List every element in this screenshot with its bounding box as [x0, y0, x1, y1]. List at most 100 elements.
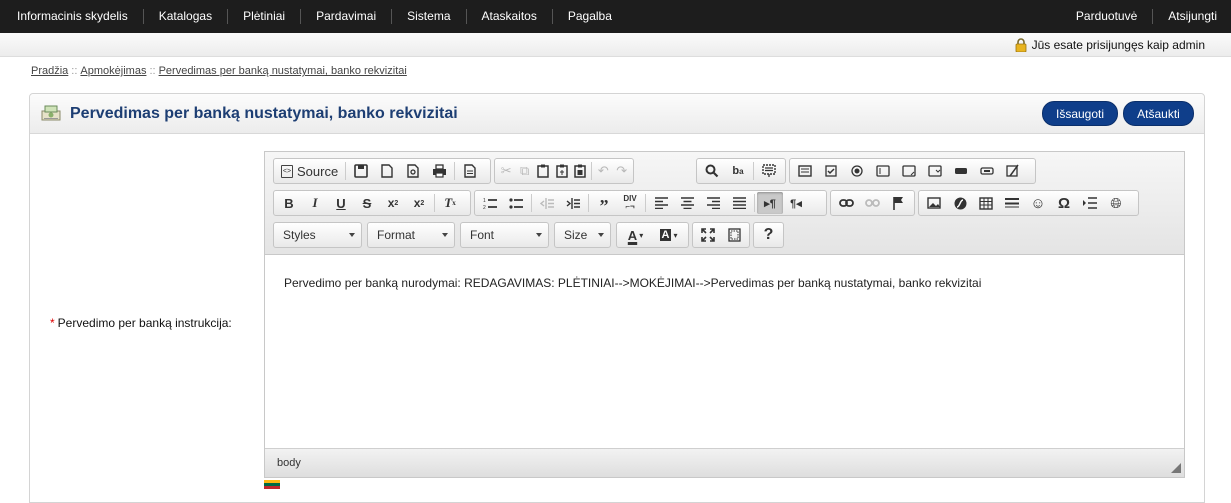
align-left-icon[interactable] [648, 192, 674, 214]
paste-text-icon[interactable] [552, 160, 570, 182]
breadcrumb-home[interactable]: Pradžia [31, 65, 68, 77]
resize-handle-icon[interactable] [1171, 463, 1181, 473]
help-icon[interactable]: ? [756, 224, 781, 246]
templates-icon[interactable] [457, 160, 483, 182]
find-icon[interactable] [699, 160, 725, 182]
subscript-icon[interactable]: x2 [380, 192, 406, 214]
align-justify-icon[interactable] [726, 192, 752, 214]
remove-format-icon[interactable]: Tx [437, 192, 463, 214]
paste-word-icon[interactable] [571, 160, 589, 182]
nav-sales[interactable]: Pardavimai [300, 9, 391, 24]
font-dropdown[interactable]: Font [460, 222, 549, 248]
flash-icon[interactable] [947, 192, 973, 214]
nav-catalog[interactable]: Katalogas [142, 9, 227, 24]
unlink-icon[interactable] [859, 192, 885, 214]
toolbar-separator [345, 162, 347, 180]
indent-icon[interactable] [560, 192, 586, 214]
form-icon[interactable] [792, 160, 818, 182]
nav-dashboard[interactable]: Informacinis skydelis [0, 9, 143, 24]
size-dropdown[interactable]: Size [554, 222, 611, 248]
align-center-icon[interactable] [674, 192, 700, 214]
special-char-icon[interactable]: Ω [1051, 192, 1077, 214]
italic-icon[interactable]: I [302, 192, 328, 214]
horizontal-rule-icon[interactable] [999, 192, 1025, 214]
text-color-icon[interactable]: A ▾ [619, 224, 652, 246]
field-label-text: Pervedimo per banką instrukcija: [57, 316, 232, 330]
button-field-icon[interactable] [948, 160, 974, 182]
nav-help[interactable]: Pagalba [551, 9, 627, 24]
breadcrumb-separator: :: [149, 65, 156, 77]
print-icon[interactable] [426, 160, 452, 182]
text-field-icon[interactable] [870, 160, 896, 182]
toolbar-group-tools [692, 222, 750, 248]
show-blocks-icon[interactable] [721, 224, 747, 246]
checkbox-icon[interactable] [818, 160, 844, 182]
replace-icon[interactable]: ba [725, 160, 751, 182]
editor-content-area[interactable]: Pervedimo per banką nurodymai: REDAGAVIM… [265, 256, 1184, 449]
toolbar-separator [434, 194, 435, 212]
new-page-icon[interactable] [374, 160, 400, 182]
select-all-icon[interactable] [756, 160, 782, 182]
element-path[interactable]: body [277, 457, 301, 469]
styles-dropdown[interactable]: Styles [273, 222, 362, 248]
breadcrumb-payments[interactable]: Apmokėjimas [80, 65, 146, 77]
panel-title: Pervedimas per banką nustatymai, banko r… [70, 104, 458, 122]
toolbar-separator [753, 162, 754, 180]
font-label: Font [470, 228, 495, 242]
underline-icon[interactable]: U [328, 192, 354, 214]
cancel-button[interactable]: Atšaukti [1123, 101, 1194, 126]
source-icon: <> [281, 164, 293, 178]
create-div-icon[interactable]: DIV ⌐¬ [617, 192, 643, 214]
svg-text:1: 1 [483, 198, 486, 204]
background-color-icon[interactable]: A ▾ [652, 224, 685, 246]
blockquote-icon[interactable]: ” [591, 192, 617, 216]
nav-reports[interactable]: Ataskaitos [465, 9, 552, 24]
hidden-field-icon[interactable] [1000, 160, 1026, 182]
numbered-list-icon[interactable]: 12 [477, 192, 503, 214]
payment-icon [40, 102, 62, 125]
superscript-icon[interactable]: x2 [406, 192, 432, 214]
nav-system[interactable]: Sistema [391, 9, 465, 24]
format-dropdown[interactable]: Format [367, 222, 455, 248]
radio-icon[interactable] [844, 160, 870, 182]
nav-extensions[interactable]: Plėtiniai [227, 9, 300, 24]
image-icon[interactable] [921, 192, 947, 214]
bulleted-list-icon[interactable] [503, 192, 529, 214]
svg-text:2: 2 [483, 205, 486, 210]
link-icon[interactable] [833, 192, 859, 214]
ltr-direction-icon[interactable]: ▸¶ [757, 192, 783, 214]
rtl-direction-icon[interactable]: ¶◂ [783, 192, 809, 214]
page-break-icon[interactable] [1077, 192, 1103, 214]
outdent-icon[interactable] [534, 192, 560, 214]
redo-icon[interactable]: ↷ [613, 160, 631, 182]
breadcrumb-current[interactable]: Pervedimas per banką nustatymai, banko r… [159, 65, 407, 77]
undo-icon[interactable]: ↶ [594, 160, 612, 182]
paste-icon[interactable] [534, 160, 552, 182]
preview-icon[interactable] [400, 160, 426, 182]
iframe-icon[interactable]: 🌐︎ [1103, 192, 1129, 214]
copy-icon[interactable]: ⧉ [515, 160, 533, 182]
textarea-icon[interactable] [896, 160, 922, 182]
save-button[interactable]: Išsaugoti [1042, 101, 1118, 126]
toolbar-group-find: ba [696, 158, 786, 184]
cut-icon[interactable]: ✂ [497, 160, 515, 182]
table-icon[interactable] [973, 192, 999, 214]
source-button[interactable]: <> Source [276, 160, 343, 182]
chevron-down-icon [598, 233, 604, 237]
save-icon[interactable] [348, 160, 374, 182]
logged-in-text: Jūs esate prisijungęs kaip admin [1031, 37, 1205, 52]
select-field-icon[interactable] [922, 160, 948, 182]
nav-store[interactable]: Parduotuvė [1059, 9, 1152, 24]
align-right-icon[interactable] [700, 192, 726, 214]
required-mark: * [50, 316, 55, 330]
smiley-icon[interactable]: ☺ [1025, 192, 1051, 214]
panel-header: Pervedimas per banką nustatymai, banko r… [30, 94, 1204, 134]
nav-logout[interactable]: Atsijungti [1152, 9, 1231, 24]
bold-icon[interactable]: B [276, 192, 302, 214]
maximize-icon[interactable] [695, 224, 721, 246]
anchor-icon[interactable] [885, 192, 911, 214]
image-button-icon[interactable] [974, 160, 1000, 182]
strike-icon[interactable]: S [354, 192, 380, 214]
top-navigation: Informacinis skydelis Katalogas Plėtinia… [0, 0, 1231, 33]
lock-icon [1015, 37, 1027, 52]
